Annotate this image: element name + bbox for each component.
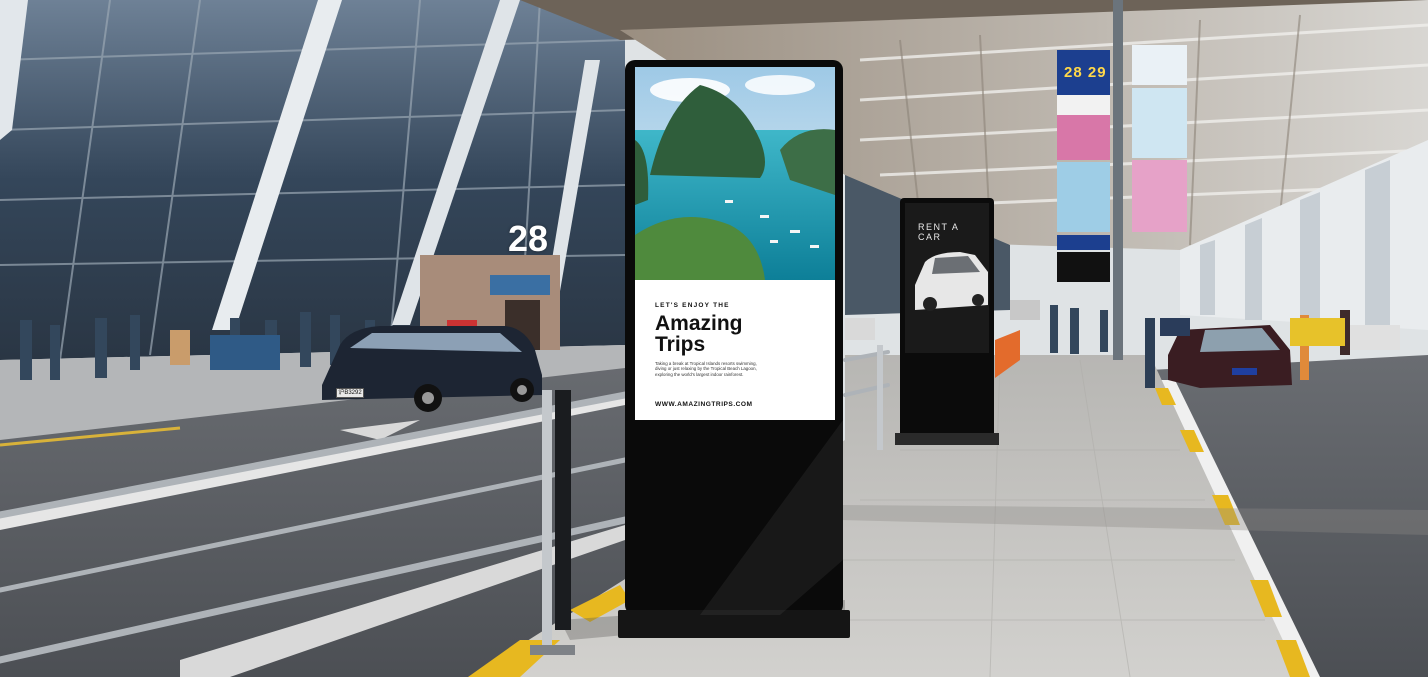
rear-kiosk-title-line1: RENT A <box>918 222 960 232</box>
terminal-gate-number: 28 <box>508 218 549 259</box>
overhead-sign-numbers: 28 29 <box>1064 64 1107 81</box>
poster-headline-line2: Trips <box>655 333 706 356</box>
airport-curbside-scene: 28 28 29 沪B3292 LET'S ENJOY THE Amazing … <box>0 0 1428 677</box>
poster-url: WWW.AMAZINGTRIPS.COM <box>655 401 753 408</box>
poster-headline-line1: Amazing <box>655 312 743 335</box>
poster-headline: Amazing Trips <box>655 313 830 355</box>
taxi-license-plate: 沪B3292 <box>336 388 364 398</box>
rear-kiosk-poster-title: RENT A CAR <box>918 222 959 242</box>
poster-kicker: LET'S ENJOY THE <box>655 302 730 309</box>
rear-kiosk-title-line2: CAR <box>918 232 942 242</box>
poster-body-copy: Taking a break at Tropical Islands resor… <box>655 361 757 377</box>
main-kiosk-poster-text: LET'S ENJOY THE Amazing Trips Taking a b… <box>655 302 830 377</box>
